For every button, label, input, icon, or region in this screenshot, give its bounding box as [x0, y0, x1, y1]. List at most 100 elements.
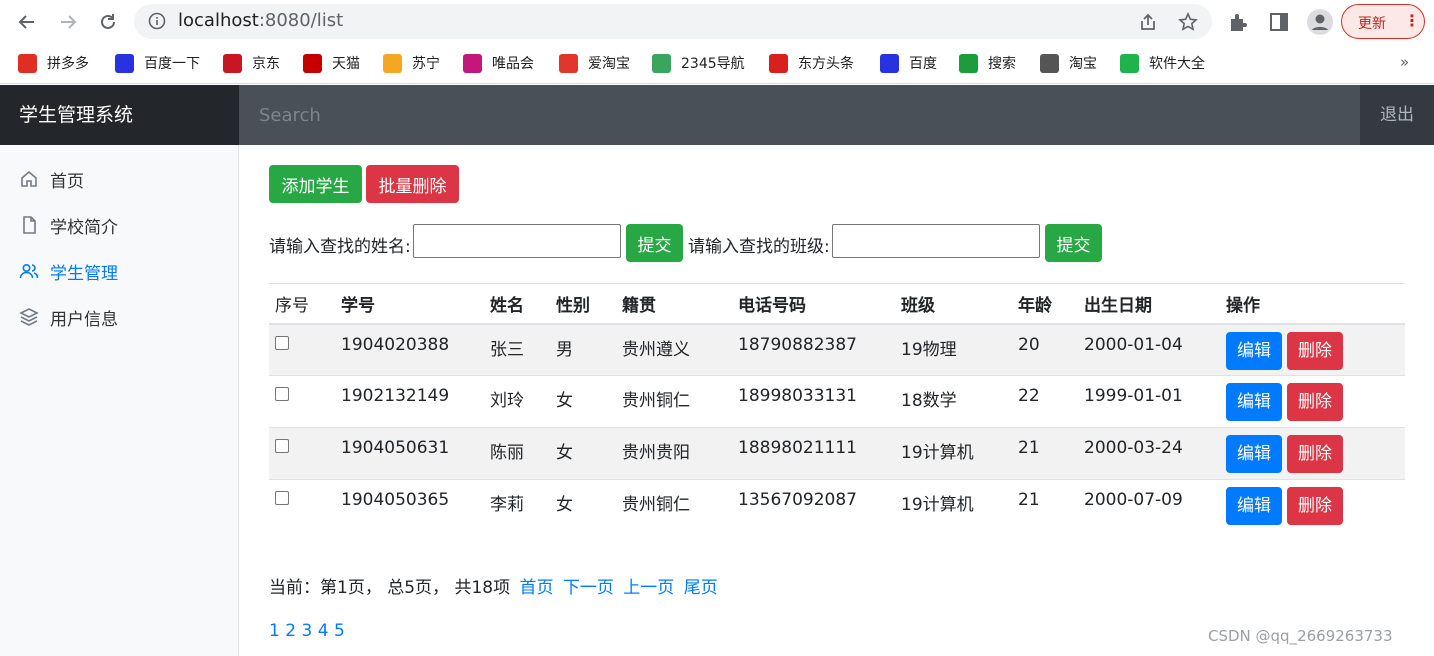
add-student-button[interactable]: 添加学生 — [269, 165, 362, 203]
batch-delete-button[interactable]: 批量删除 — [366, 165, 459, 203]
bookmark-item[interactable]: 拼多多 — [18, 52, 89, 74]
class-submit-button[interactable]: 提交 — [1045, 224, 1102, 262]
cell-class: 19计算机 — [895, 427, 1012, 480]
forward-arrow-icon[interactable] — [55, 9, 81, 35]
bookmark-item[interactable]: 淘宝 — [1040, 52, 1097, 74]
row-checkbox[interactable] — [275, 387, 289, 401]
bookmark-item[interactable]: 唯品会 — [463, 52, 534, 74]
col-header-hometown: 籍贯 — [616, 283, 732, 325]
watermark: CSDN @qq_2669263733 — [1208, 627, 1393, 645]
back-arrow-icon[interactable] — [14, 9, 40, 35]
update-button[interactable]: 更新 ⋮ — [1341, 4, 1425, 39]
actions-cell: 编辑 删除 — [1220, 427, 1405, 480]
cell-gender: 男 — [550, 323, 616, 376]
col-header-birthdate: 出生日期 — [1078, 283, 1220, 325]
bookmark-item[interactable]: 百度 — [880, 52, 937, 74]
name-search-field[interactable] — [413, 224, 621, 258]
site-info-icon[interactable] — [148, 12, 166, 30]
share-icon[interactable] — [1138, 12, 1158, 32]
bookmarks-overflow-icon[interactable]: » — [1400, 53, 1409, 71]
cell-class: 19物理 — [895, 323, 1012, 376]
sidebar-item-student-management[interactable]: 学生管理 — [19, 259, 118, 284]
cell-name: 李莉 — [484, 479, 550, 532]
sidebar-item-home[interactable]: 首页 — [19, 167, 84, 192]
bookmark-item[interactable]: 京东 — [223, 52, 280, 74]
page-number-link[interactable]: 1 — [269, 621, 280, 641]
edit-button[interactable]: 编辑 — [1226, 383, 1282, 421]
bookmark-label: 2345导航 — [681, 56, 745, 72]
extensions-puzzle-icon[interactable] — [1228, 11, 1250, 33]
cell-student-id: 1904050631 — [335, 427, 484, 480]
address-bar[interactable]: localhost:8080/list — [134, 4, 1212, 39]
cell-hometown: 贵州贵阳 — [616, 427, 732, 480]
url-text: localhost:8080/list — [178, 10, 344, 31]
brand-title[interactable]: 学生管理系统 — [0, 85, 239, 145]
users-icon — [19, 261, 39, 281]
search-input[interactable] — [239, 85, 1360, 145]
edit-button[interactable]: 编辑 — [1226, 331, 1282, 370]
cell-gender: 女 — [550, 375, 616, 428]
table-row: 1904050631 陈丽女贵州贵阳 18898021111 19计算机 21 2000-… — [269, 427, 1405, 480]
update-label: 更新 — [1358, 16, 1386, 32]
bookmark-item[interactable]: 软件大全 — [1120, 52, 1205, 74]
baidu-paw-icon — [115, 53, 134, 73]
row-checkbox[interactable] — [275, 335, 289, 350]
cell-gender: 女 — [550, 479, 616, 532]
page-number-link[interactable]: 5 — [334, 621, 345, 641]
sidebar-item-label: 学校简介 — [50, 217, 118, 238]
bookmark-label: 拼多多 — [47, 56, 89, 72]
page-number-link[interactable]: 4 — [318, 621, 329, 641]
delete-button[interactable]: 删除 — [1287, 487, 1343, 525]
bookmark-label: 唯品会 — [492, 56, 534, 72]
app-navbar: 学生管理系统 退出 — [0, 85, 1434, 145]
delete-button[interactable]: 删除 — [1287, 383, 1343, 421]
table-row: 1904050365 李莉女贵州铜仁 13567092087 19计算机 21 2000-… — [269, 479, 1405, 532]
row-checkbox[interactable] — [275, 439, 289, 453]
reload-icon[interactable] — [95, 9, 121, 35]
page-number-link[interactable]: 2 — [285, 621, 296, 641]
bookmark-label: 软件大全 — [1149, 56, 1205, 72]
sidebar-item-label: 用户信息 — [50, 309, 118, 330]
bookmark-item[interactable]: 东方头条 — [769, 52, 854, 74]
cell-student-id: 1904050365 — [335, 479, 484, 532]
cell-birthdate: 2000-03-24 — [1078, 427, 1220, 480]
last-page-link[interactable]: 尾页 — [684, 578, 718, 598]
bookmark-label: 爱淘宝 — [588, 56, 630, 72]
bookmark-item[interactable]: 天猫 — [303, 52, 360, 74]
table-header-row: 序号 学号 姓名 性别 籍贯 电话号码 班级 年龄 出生日期 操作 — [269, 283, 1405, 325]
cell-phone: 18898021111 — [732, 427, 895, 480]
download-icon — [1120, 53, 1139, 73]
bookmark-item[interactable]: 百度一下 — [115, 52, 200, 74]
select-cell — [269, 375, 335, 428]
bookmark-item[interactable]: 爱淘宝 — [559, 52, 630, 74]
class-search-field[interactable] — [832, 224, 1040, 258]
row-checkbox[interactable] — [275, 491, 289, 505]
edit-button[interactable]: 编辑 — [1226, 435, 1282, 473]
actions-cell: 编辑 删除 — [1220, 375, 1405, 428]
page-number-link[interactable]: 3 — [301, 621, 312, 641]
bookmark-item[interactable]: 苏宁 — [383, 52, 440, 74]
side-panel-icon[interactable] — [1268, 11, 1290, 33]
bookmark-star-icon[interactable] — [1178, 12, 1198, 32]
bookmark-item[interactable]: 2345导航 — [652, 52, 745, 74]
first-page-link[interactable]: 首页 — [519, 578, 553, 598]
cell-age: 21 — [1012, 479, 1078, 532]
edit-button[interactable]: 编辑 — [1226, 487, 1282, 525]
col-header-student-id: 学号 — [335, 283, 484, 325]
cell-birthdate: 1999-01-01 — [1078, 375, 1220, 428]
bookmark-item[interactable]: 搜索 — [959, 52, 1016, 74]
profile-avatar-icon[interactable] — [1307, 9, 1333, 35]
signout-link[interactable]: 退出 — [1360, 85, 1434, 145]
sidebar-item-school-intro[interactable]: 学校简介 — [19, 213, 118, 238]
sidebar-item-user-info[interactable]: 用户信息 — [19, 305, 118, 330]
prev-page-link[interactable]: 上一页 — [623, 578, 674, 598]
delete-button[interactable]: 删除 — [1287, 331, 1343, 370]
next-page-link[interactable]: 下一页 — [563, 578, 614, 598]
page-number-list: 1 2 3 4 5 — [269, 621, 345, 641]
cell-name: 刘玲 — [484, 375, 550, 428]
bookmark-label: 天猫 — [332, 56, 360, 72]
jd-icon — [223, 53, 242, 73]
name-submit-button[interactable]: 提交 — [626, 224, 683, 262]
cell-hometown: 贵州铜仁 — [616, 375, 732, 428]
delete-button[interactable]: 删除 — [1287, 435, 1343, 473]
